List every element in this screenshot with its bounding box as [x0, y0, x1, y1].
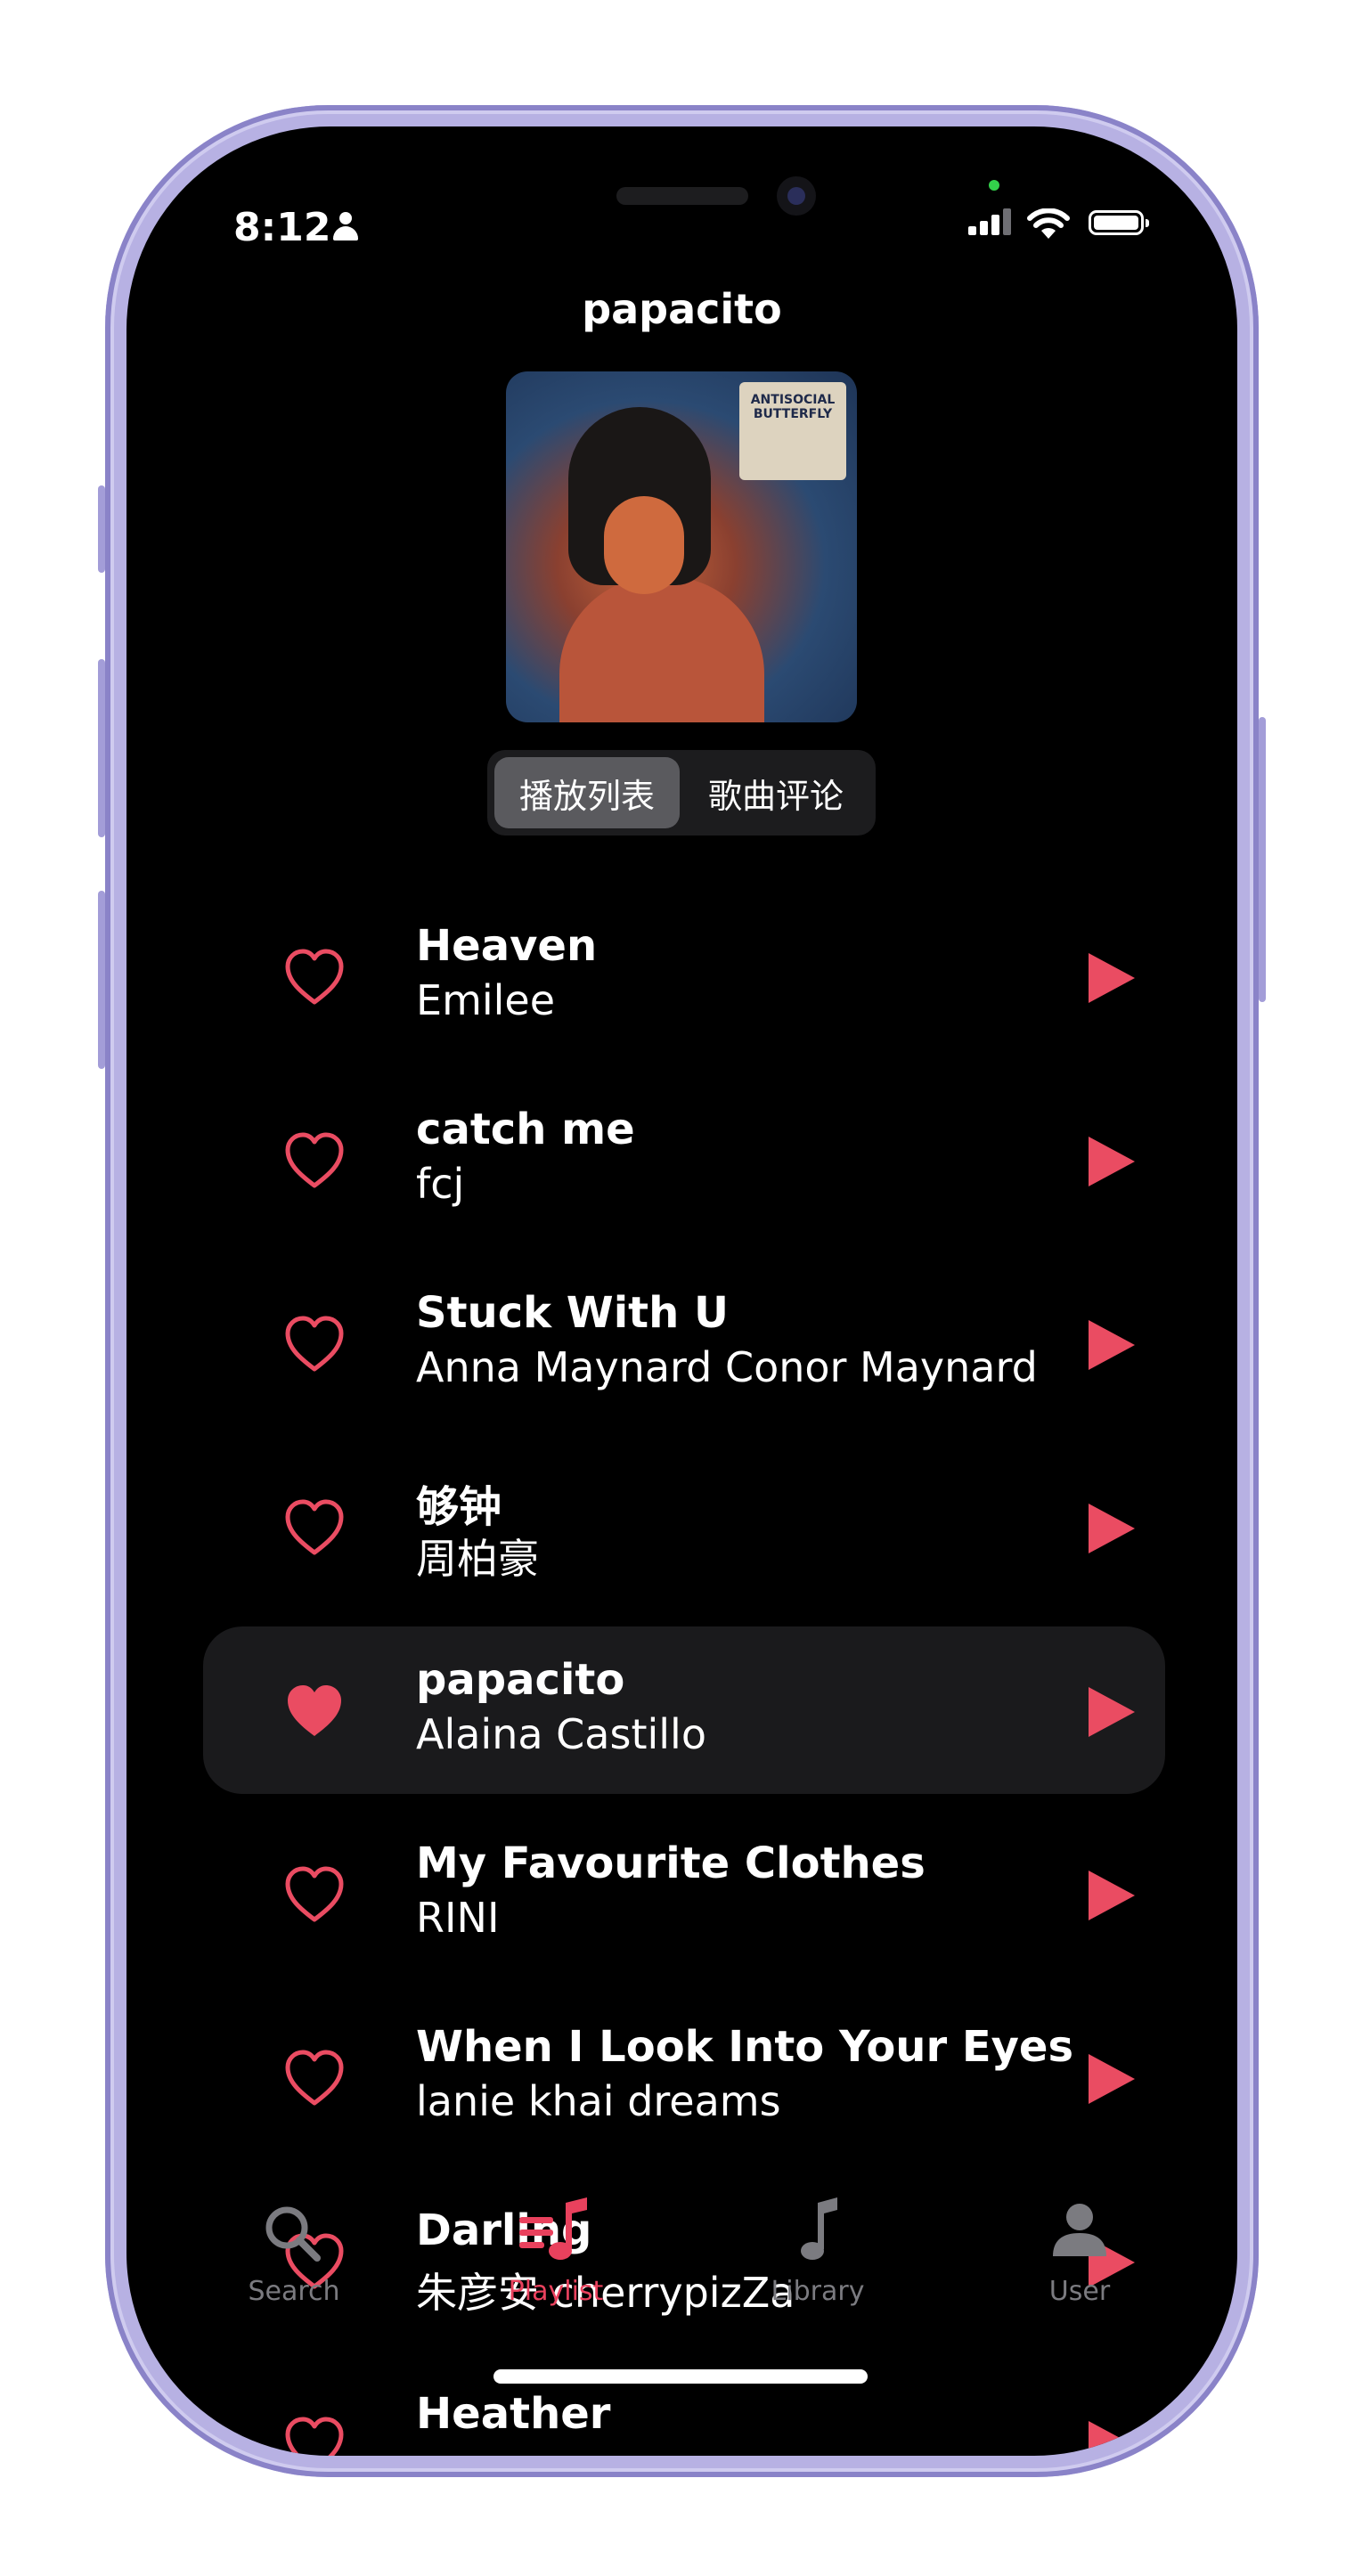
song-artist: fcj — [416, 1160, 465, 1208]
tab-playlist-nav[interactable]: Playlist — [467, 2197, 645, 2307]
song-row[interactable]: Stuck With U Anna Maynard Conor Maynard — [126, 1265, 1237, 1448]
tab-bar: Search Playlist Library User — [126, 2197, 1237, 2331]
phone-screen: 8:12 papacito ANTISOCIAL BUTTERFLY 播放列表 … — [126, 126, 1237, 2456]
play-icon[interactable] — [1089, 2054, 1135, 2104]
heart-icon[interactable] — [282, 2048, 347, 2108]
song-row[interactable]: Heaven Emilee — [126, 898, 1237, 1081]
page-title: papacito — [582, 285, 782, 333]
song-title: When I Look Into Your Eyes — [416, 2022, 1074, 2072]
album-sticker: ANTISOCIAL BUTTERFLY — [739, 382, 846, 480]
song-artist: 周柏豪 — [416, 1535, 539, 1583]
volume-down-button — [98, 891, 105, 1069]
song-title: My Favourite Clothes — [416, 1838, 926, 1888]
tab-comments[interactable]: 歌曲评论 — [683, 757, 869, 828]
power-button — [1259, 717, 1266, 1002]
song-title: Stuck With U — [416, 1288, 729, 1338]
heart-icon[interactable] — [282, 947, 347, 1007]
music-note-icon — [729, 2197, 907, 2269]
heart-icon[interactable] — [282, 1864, 347, 1925]
battery-icon — [1089, 210, 1149, 235]
song-title: papacito — [416, 1655, 625, 1705]
user-icon — [991, 2197, 1169, 2269]
status-time: 8:12 — [233, 205, 331, 250]
tab-playlist[interactable]: 播放列表 — [494, 757, 680, 828]
song-artist: Alaina Castillo — [416, 1710, 706, 1758]
heart-filled-icon[interactable] — [282, 1681, 347, 1741]
heart-icon[interactable] — [282, 1497, 347, 1558]
song-title: 够钟 — [416, 1482, 502, 1532]
song-row[interactable]: catch me fcj — [126, 1081, 1237, 1265]
tab-search[interactable]: Search — [205, 2197, 383, 2307]
play-icon[interactable] — [1089, 1504, 1135, 1553]
tab-user-label: User — [1048, 2276, 1111, 2307]
wifi-icon — [1027, 208, 1070, 239]
song-title: Heaven — [416, 921, 598, 971]
segmented-control: 播放列表 歌曲评论 — [487, 750, 876, 836]
song-artist: Anna Maynard Conor Maynard — [416, 1343, 1038, 1391]
cellular-signal-icon — [968, 208, 1011, 235]
tab-library[interactable]: Library — [729, 2197, 907, 2307]
play-icon[interactable] — [1089, 953, 1135, 1003]
person-icon — [333, 212, 358, 240]
song-row[interactable]: When I Look Into Your Eyes lanie khai dre… — [126, 1999, 1237, 2182]
volume-up-button — [98, 659, 105, 837]
mute-switch — [98, 485, 105, 573]
search-icon — [205, 2197, 383, 2269]
song-row[interactable]: papacito Alaina Castillo — [126, 1626, 1237, 1810]
playlist-icon — [467, 2197, 645, 2269]
heart-icon[interactable] — [282, 1314, 347, 1374]
play-icon[interactable] — [1089, 2421, 1135, 2456]
heart-icon[interactable] — [282, 2415, 347, 2456]
earpiece-speaker — [616, 187, 748, 205]
play-icon[interactable] — [1089, 1137, 1135, 1186]
home-indicator[interactable] — [493, 2369, 868, 2384]
song-title: Heather — [416, 2389, 611, 2439]
front-camera — [777, 176, 816, 216]
play-icon[interactable] — [1089, 1687, 1135, 1737]
play-icon[interactable] — [1089, 1320, 1135, 1370]
song-row[interactable]: My Favourite Clothes RINI — [126, 1815, 1237, 1999]
heart-icon[interactable] — [282, 1130, 347, 1191]
tab-search-label: Search — [248, 2276, 340, 2307]
album-cover: ANTISOCIAL BUTTERFLY — [506, 371, 857, 722]
song-row[interactable]: 够钟 周柏豪 — [126, 1448, 1237, 1632]
play-icon[interactable] — [1089, 1871, 1135, 1920]
song-artist: Emilee — [416, 976, 556, 1024]
camera-in-use-indicator — [989, 180, 999, 191]
song-title: catch me — [416, 1105, 635, 1154]
song-artist: RINI — [416, 1894, 500, 1942]
tab-library-label: Library — [771, 2276, 865, 2307]
tab-playlist-label: Playlist — [508, 2276, 604, 2307]
song-artist: lanie khai dreams — [416, 2077, 781, 2125]
tab-user[interactable]: User — [991, 2197, 1169, 2307]
